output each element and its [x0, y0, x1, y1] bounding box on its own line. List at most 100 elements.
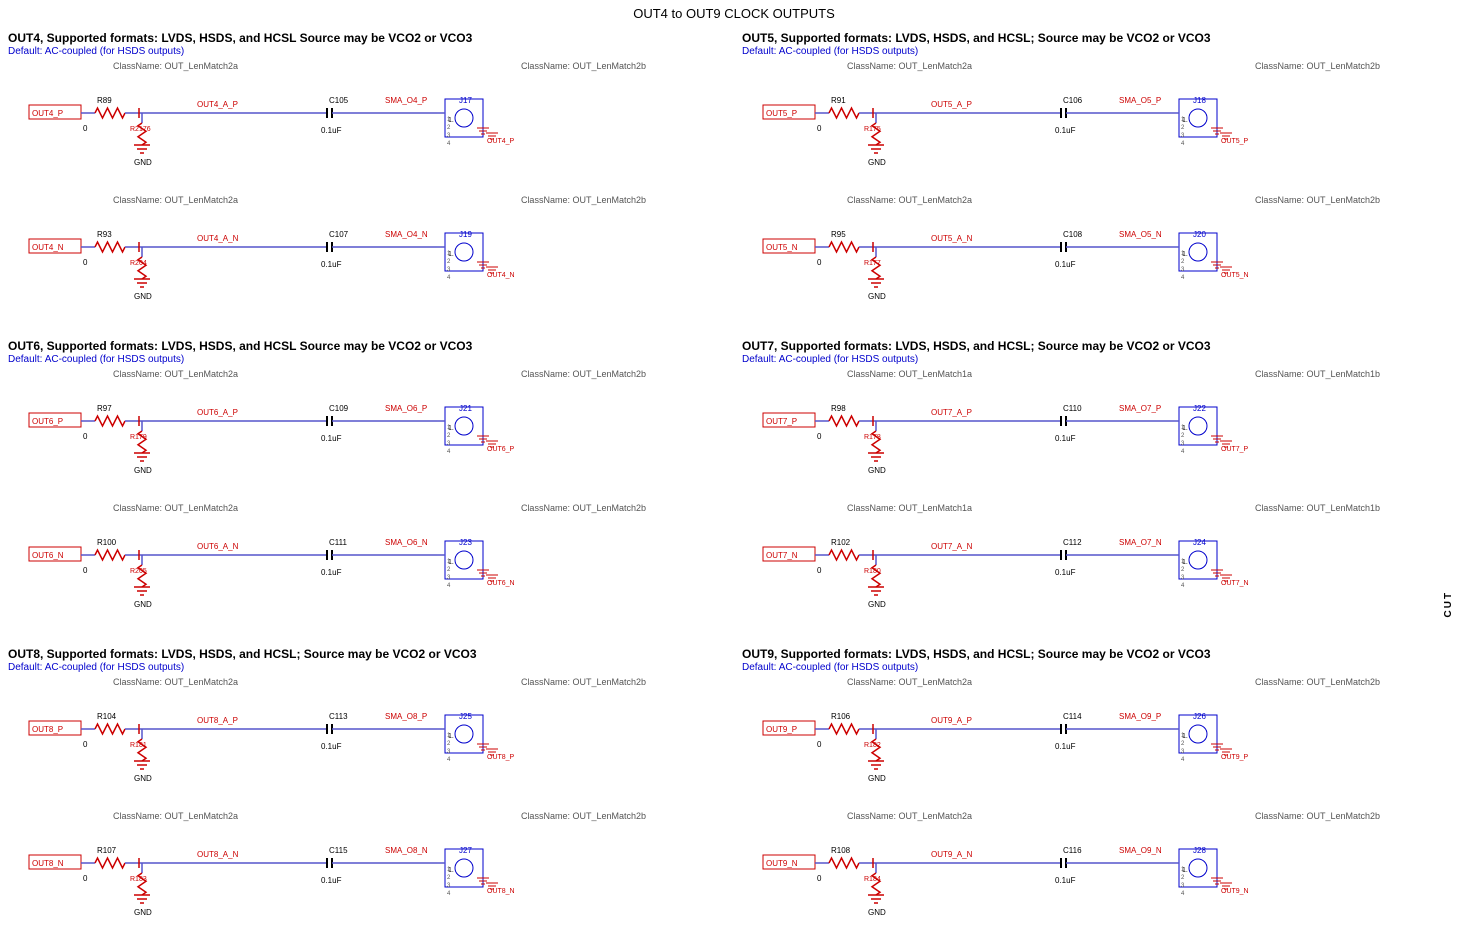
svg-text:R89: R89	[97, 96, 112, 105]
schematic-svg-out4-1: OUT4_N0R93R204GNDOUT4_A_NC1070.1uFSMA_O4…	[8, 209, 726, 324]
svg-text:OUT8_A_P: OUT8_A_P	[197, 716, 238, 725]
svg-text:OUT6_P: OUT6_P	[32, 417, 63, 426]
svg-text:C115: C115	[329, 846, 348, 855]
svg-text:0.1uF: 0.1uF	[1055, 260, 1076, 269]
svg-text:R93: R93	[97, 230, 112, 239]
svg-text:0: 0	[817, 258, 822, 267]
schematic-svg-out8-0: OUT8_P0R104R181GNDOUT8_A_PC1130.1uFSMA_O…	[8, 691, 726, 806]
main-grid: OUT4, Supported formats: LVDS, HSDS, and…	[0, 25, 1468, 949]
circuit-out4-0: ClassName: OUT_LenMatch2aClassName: OUT_…	[8, 61, 726, 191]
svg-text:J18: J18	[1193, 96, 1206, 105]
svg-text:J20: J20	[1193, 230, 1206, 239]
svg-text:2: 2	[447, 433, 451, 439]
svg-text:4: 4	[1181, 757, 1185, 763]
svg-text:R106: R106	[831, 712, 851, 721]
svg-text:3: 3	[1181, 441, 1185, 447]
circuit-out8-0: ClassName: OUT_LenMatch2aClassName: OUT_…	[8, 677, 726, 807]
svg-text:R95: R95	[831, 230, 846, 239]
svg-text:4: 4	[447, 891, 451, 897]
svg-text:GND: GND	[868, 158, 886, 167]
svg-text:2: 2	[447, 125, 451, 131]
circuit-out5-1: ClassName: OUT_LenMatch2aClassName: OUT_…	[742, 195, 1460, 325]
schematic-svg-out9-1: OUT9_N0R108R184GNDOUT9_A_NC1160.1uFSMA_O…	[742, 825, 1460, 940]
svg-text:SMA_O8_N: SMA_O8_N	[385, 846, 428, 855]
out7-subtitle: Default: AC-coupled (for HSDS outputs)	[742, 354, 1460, 365]
section-out8: OUT8, Supported formats: LVDS, HSDS, and…	[0, 641, 734, 949]
svg-text:0: 0	[83, 258, 88, 267]
schematic-svg-out6-1: OUT6_N0R100R205GNDOUT6_A_NC1110.1uFSMA_O…	[8, 517, 726, 632]
svg-text:0: 0	[817, 874, 822, 883]
svg-text:C107: C107	[329, 230, 349, 239]
svg-text:3: 3	[447, 749, 451, 755]
class-label-left: ClassName: OUT_LenMatch2a	[113, 195, 238, 205]
svg-text:SMA_O5_N: SMA_O5_N	[1119, 230, 1162, 239]
svg-text:OUT5_P: OUT5_P	[766, 109, 797, 118]
svg-text:SMA_O9_P: SMA_O9_P	[1119, 712, 1161, 721]
svg-text:0: 0	[817, 432, 822, 441]
svg-text:J26: J26	[1193, 712, 1206, 721]
out6-subtitle: Default: AC-coupled (for HSDS outputs)	[8, 354, 726, 365]
schematic-svg-out5-0: OUT5_P0R91R175GNDOUT5_A_PC1060.1uFSMA_O5…	[742, 75, 1460, 190]
circuit-out9-1: ClassName: OUT_LenMatch2a ClassName: OUT_…	[742, 811, 1460, 941]
svg-text:0: 0	[83, 874, 88, 883]
svg-text:3: 3	[1181, 575, 1185, 581]
svg-text:3: 3	[1181, 133, 1185, 139]
out4-subtitle: Default: AC-coupled (for HSDS outputs)	[8, 46, 726, 57]
svg-text:GND: GND	[134, 158, 152, 167]
svg-text:0.1uF: 0.1uF	[321, 260, 342, 269]
svg-text:J21: J21	[459, 404, 472, 413]
svg-text:3: 3	[447, 267, 451, 273]
circuit-out9-0: ClassName: OUT_LenMatch2aClassName: OUT_…	[742, 677, 1460, 807]
svg-text:C114: C114	[1063, 712, 1082, 721]
svg-text:2: 2	[1181, 567, 1185, 573]
section-out9: OUT9, Supported formats: LVDS, HSDS, and…	[734, 641, 1468, 949]
class-label-right: ClassName: OUT_LenMatch2b	[1255, 811, 1380, 821]
section-out4: OUT4, Supported formats: LVDS, HSDS, and…	[0, 25, 734, 333]
class-label-left: ClassName: OUT_LenMatch2a	[847, 811, 972, 821]
class-label-left: ClassName: OUT_LenMatch2a	[113, 811, 238, 821]
svg-text:0.1uF: 0.1uF	[321, 126, 342, 135]
section-out6: OUT6, Supported formats: LVDS, HSDS, and…	[0, 333, 734, 641]
svg-text:OUT5_A_N: OUT5_A_N	[931, 234, 973, 243]
svg-text:C106: C106	[1063, 96, 1083, 105]
out6-title: OUT6, Supported formats: LVDS, HSDS, and…	[8, 339, 726, 353]
schematic-svg-out7-0: OUT7_P0R98R178GNDOUT7_A_PC1100.1uFSMA_O7…	[742, 383, 1460, 498]
class-label-right: ClassName: OUT_LenMatch2b	[1255, 61, 1380, 71]
svg-text:GND: GND	[134, 466, 152, 475]
class-label-left: ClassName: OUT_LenMatch2a	[113, 369, 238, 379]
svg-text:2: 2	[1181, 875, 1185, 881]
svg-text:SMA_O9_N: SMA_O9_N	[1119, 846, 1162, 855]
out5-subtitle: Default: AC-coupled (for HSDS outputs)	[742, 46, 1460, 57]
svg-text:OUT4_A_P: OUT4_A_P	[197, 100, 238, 109]
class-label-left: ClassName: OUT_LenMatch2a	[113, 677, 238, 687]
svg-text:OUT4_P: OUT4_P	[32, 109, 63, 118]
svg-text:C105: C105	[329, 96, 349, 105]
svg-text:OUT9_A_N: OUT9_A_N	[931, 850, 973, 859]
out5-title: OUT5, Supported formats: LVDS, HSDS, and…	[742, 31, 1460, 45]
svg-text:SMA_O6_P: SMA_O6_P	[385, 404, 427, 413]
svg-text:3: 3	[447, 575, 451, 581]
svg-text:R107: R107	[97, 846, 117, 855]
class-label-right: ClassName: OUT_LenMatch2b	[521, 195, 646, 205]
svg-text:J27: J27	[459, 846, 472, 855]
class-label-right: ClassName: OUT_LenMatch2b	[1255, 195, 1380, 205]
circuit-out7-1: ClassName: OUT_LenMatch1aClassName: OUT_…	[742, 503, 1460, 633]
svg-text:0: 0	[83, 432, 88, 441]
class-label-left: ClassName: OUT_LenMatch2a	[113, 61, 238, 71]
svg-text:3: 3	[447, 441, 451, 447]
svg-text:2: 2	[1181, 125, 1185, 131]
svg-text:3: 3	[1181, 883, 1185, 889]
svg-text:0: 0	[83, 124, 88, 133]
svg-text:C109: C109	[329, 404, 349, 413]
svg-text:C112: C112	[1063, 538, 1082, 547]
svg-text:C111: C111	[329, 538, 347, 547]
svg-text:J19: J19	[459, 230, 472, 239]
svg-text:GND: GND	[868, 600, 886, 609]
svg-text:J24: J24	[1193, 538, 1206, 547]
page-title: OUT4 to OUT9 CLOCK OUTPUTS	[0, 0, 1468, 25]
svg-text:GND: GND	[134, 774, 152, 783]
svg-text:C116: C116	[1063, 846, 1082, 855]
svg-text:4: 4	[447, 583, 451, 589]
svg-text:0: 0	[83, 566, 88, 575]
svg-text:4: 4	[1181, 583, 1185, 589]
